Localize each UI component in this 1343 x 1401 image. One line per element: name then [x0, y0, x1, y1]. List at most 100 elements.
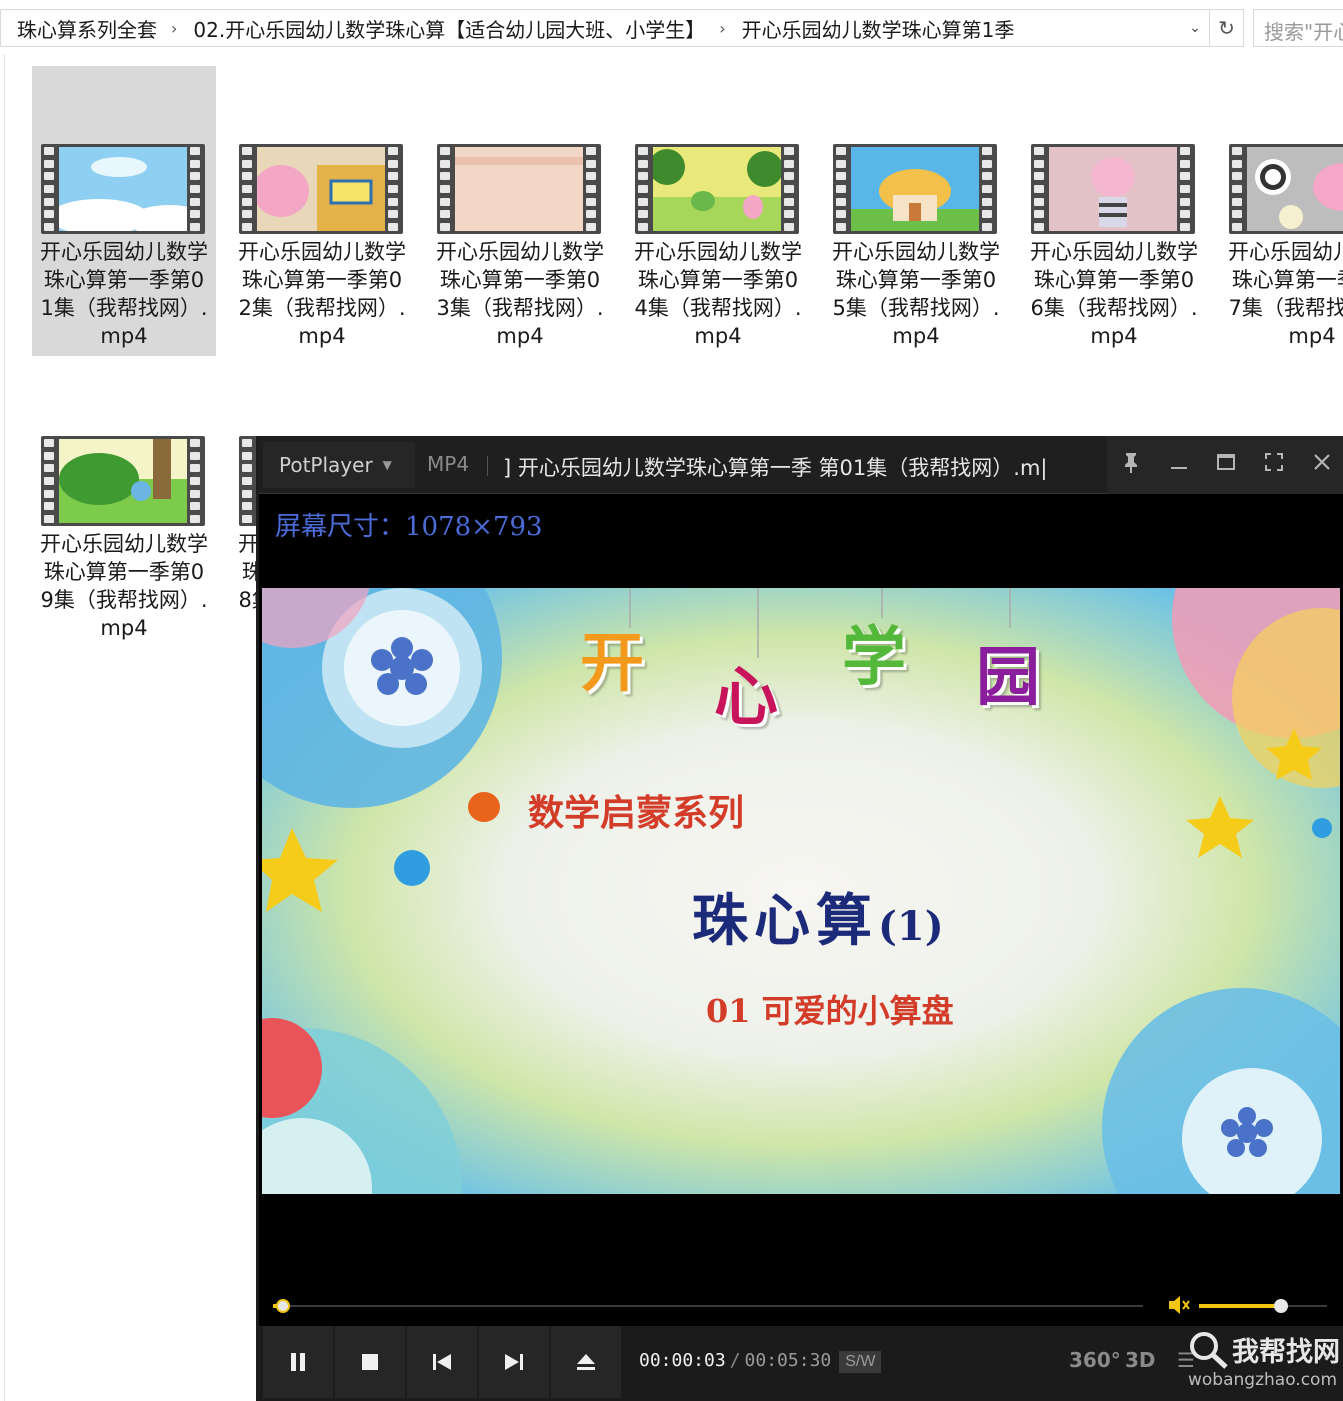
3d-icon[interactable]: 3D: [1125, 1348, 1156, 1372]
chevron-down-icon[interactable]: ⌄: [1181, 10, 1209, 46]
player-title: ] 开心乐园幼儿数学珠心算第一季 第01集（我帮找网）.m|: [503, 456, 1048, 480]
file-item[interactable]: 开心乐园幼儿数学珠心算第一季第03集（我帮找网）.mp4: [428, 66, 612, 356]
video-thumbnail: [635, 144, 799, 234]
eject-button[interactable]: [551, 1326, 621, 1398]
minimize-icon[interactable]: [1161, 452, 1197, 478]
film-strip-edge: [44, 439, 56, 523]
fullscreen-icon[interactable]: [1256, 452, 1292, 478]
file-name: 开心乐园幼儿数学珠心算第一季第05集（我帮找网）.mp4: [832, 240, 1000, 348]
file-name: 开心乐园幼儿数学珠心算第一季第04集（我帮找网）.mp4: [634, 240, 802, 348]
current-time: 00:00:03: [639, 1350, 726, 1371]
sw-toggle[interactable]: S/W: [839, 1351, 882, 1373]
thumbnail-frame: [1049, 147, 1177, 231]
maximize-icon[interactable]: [1208, 452, 1244, 478]
time-display: 00:00:03/00:05:30 S/W: [639, 1350, 882, 1373]
film-strip-edge: [44, 147, 56, 231]
screen-size-info: 屏幕尺寸：1078×793: [275, 512, 543, 542]
film-strip-edge: [242, 439, 254, 523]
breadcrumb[interactable]: 珠心算系列全套 › 02.开心乐园幼儿数学珠心算【适合幼儿园大班、小学生】 › …: [0, 9, 1210, 47]
film-strip-edge: [440, 147, 452, 231]
thumbnail-frame: [257, 147, 385, 231]
file-item[interactable]: 开心乐园幼儿数学珠心算第一季第06集（我帮找网）.mp4: [1022, 66, 1206, 356]
thumbnail-frame: [455, 147, 583, 231]
divider: [487, 456, 488, 476]
close-icon[interactable]: [1304, 452, 1340, 478]
player-titlebar[interactable]: PotPlayer ▼ MP4 ] 开心乐园幼儿数学珠心算第一季 第01集（我帮…: [259, 436, 1343, 494]
video-episode-title: 01 可爱的小算盘: [706, 992, 954, 1030]
breadcrumb-item-root[interactable]: 珠心算系列全套: [1, 14, 161, 43]
pin-icon[interactable]: [1113, 451, 1149, 479]
breadcrumb-item-series[interactable]: 02.开心乐园幼儿数学珠心算【适合幼儿园大班、小学生】: [177, 14, 709, 43]
chevron-down-icon: ▼: [382, 458, 392, 472]
previous-icon: [433, 1354, 451, 1370]
volume-icon[interactable]: [1167, 1294, 1191, 1321]
watermark-url: wobangzhao.com: [1188, 1370, 1338, 1390]
video-thumbnail: [437, 144, 601, 234]
video-main-title: 珠心算(1): [692, 876, 944, 957]
watermark-name: 我帮找网: [1232, 1337, 1340, 1368]
film-strip-edge: [388, 147, 400, 231]
volume-level: [1199, 1304, 1281, 1308]
video-header-char: 学: [842, 620, 906, 695]
thumbnail-frame: [59, 147, 187, 231]
file-item[interactable]: 开心乐园幼儿数学珠心算第一季第09集（我帮找网）.mp4: [32, 358, 216, 648]
video-series-text: 数学启蒙系列: [528, 792, 745, 834]
pane-divider: [4, 54, 5, 1401]
video-frame[interactable]: 开 心 学 园 数学启蒙系列 珠心算(1) 01 可爱的小算盘: [262, 588, 1340, 1194]
breadcrumb-item-season[interactable]: 开心乐园幼儿数学珠心算第1季: [726, 14, 1019, 43]
film-strip-edge: [784, 147, 796, 231]
video-thumbnail: [1229, 144, 1343, 234]
video-thumbnail: [239, 144, 403, 234]
stop-button[interactable]: [335, 1326, 405, 1398]
file-item[interactable]: 开心乐园幼儿数学珠心算第一季第01集（我帮找网）.mp4: [32, 66, 216, 356]
film-strip-edge: [1034, 147, 1046, 231]
video-header-char: 开: [580, 626, 644, 701]
file-item[interactable]: 开心乐园幼儿数学珠心算第一季第07集（我帮找网）.mp4: [1220, 66, 1343, 356]
next-button[interactable]: [479, 1326, 549, 1398]
pause-button[interactable]: [263, 1326, 333, 1398]
pause-icon: [291, 1353, 305, 1371]
stop-icon: [362, 1354, 378, 1370]
file-name: 开心乐园幼儿数学珠心算第一季第03集（我帮找网）.mp4: [436, 240, 604, 348]
search-input[interactable]: 搜索"开心: [1253, 9, 1343, 47]
file-name: 开心乐园幼儿数学珠心算第一季第02集（我帮找网）.mp4: [238, 240, 406, 348]
previous-button[interactable]: [407, 1326, 477, 1398]
file-item[interactable]: 开心乐园幼儿数学珠心算第一季第02集（我帮找网）.mp4: [230, 66, 414, 356]
film-strip-edge: [638, 147, 650, 231]
window-controls: [1107, 436, 1343, 494]
chevron-right-icon: ›: [171, 18, 178, 38]
video-main-title-text: 珠心算: [692, 888, 878, 954]
video-header-char: 园: [976, 640, 1040, 715]
brand-label: PotPlayer: [279, 453, 373, 477]
file-name: 开心乐园幼儿数学珠心算第一季第09集（我帮找网）.mp4: [40, 532, 208, 640]
time-separator: /: [729, 1350, 741, 1371]
seek-handle[interactable]: [275, 1299, 290, 1313]
orange-dot: [468, 792, 500, 822]
next-icon: [505, 1354, 523, 1370]
control-bar: 00:00:03/00:05:30 S/W 360° 3D ☰: [259, 1326, 1343, 1401]
eject-icon: [577, 1354, 595, 1370]
file-item[interactable]: 开心乐园幼儿数学珠心算第一季第05集（我帮找网）.mp4: [824, 66, 1008, 356]
seek-track[interactable]: [273, 1305, 1143, 1307]
film-strip-edge: [190, 439, 202, 523]
360-icon[interactable]: 360°: [1069, 1348, 1121, 1372]
thumbnail-frame: [1247, 147, 1343, 231]
total-time: 00:05:30: [744, 1350, 832, 1371]
film-strip-edge: [1232, 147, 1244, 231]
watermark: 我帮找网 wobangzhao.com: [1186, 1328, 1343, 1394]
file-name: 开心乐园幼儿数学珠心算第一季第01集（我帮找网）.mp4: [40, 240, 208, 348]
film-strip-edge: [242, 147, 254, 231]
file-item[interactable]: 开心乐园幼儿数学珠心算第一季第04集（我帮找网）.mp4: [626, 66, 810, 356]
film-strip-edge: [1180, 147, 1192, 231]
video-thumbnail: [41, 144, 205, 234]
potplayer-menu-button[interactable]: PotPlayer ▼: [263, 442, 415, 488]
address-bar: 珠心算系列全套 › 02.开心乐园幼儿数学珠心算【适合幼儿园大班、小学生】 › …: [0, 0, 1343, 54]
potplayer-window[interactable]: PotPlayer ▼ MP4 ] 开心乐园幼儿数学珠心算第一季 第01集（我帮…: [256, 436, 1343, 1401]
thumbnail-frame: [59, 439, 187, 523]
video-main-title-num: (1): [878, 903, 944, 950]
video-header-char: 心: [714, 660, 778, 735]
volume-handle[interactable]: [1273, 1299, 1288, 1313]
seek-bar[interactable]: [259, 1288, 1343, 1324]
film-strip-edge: [190, 147, 202, 231]
refresh-icon[interactable]: ↻: [1210, 9, 1244, 47]
